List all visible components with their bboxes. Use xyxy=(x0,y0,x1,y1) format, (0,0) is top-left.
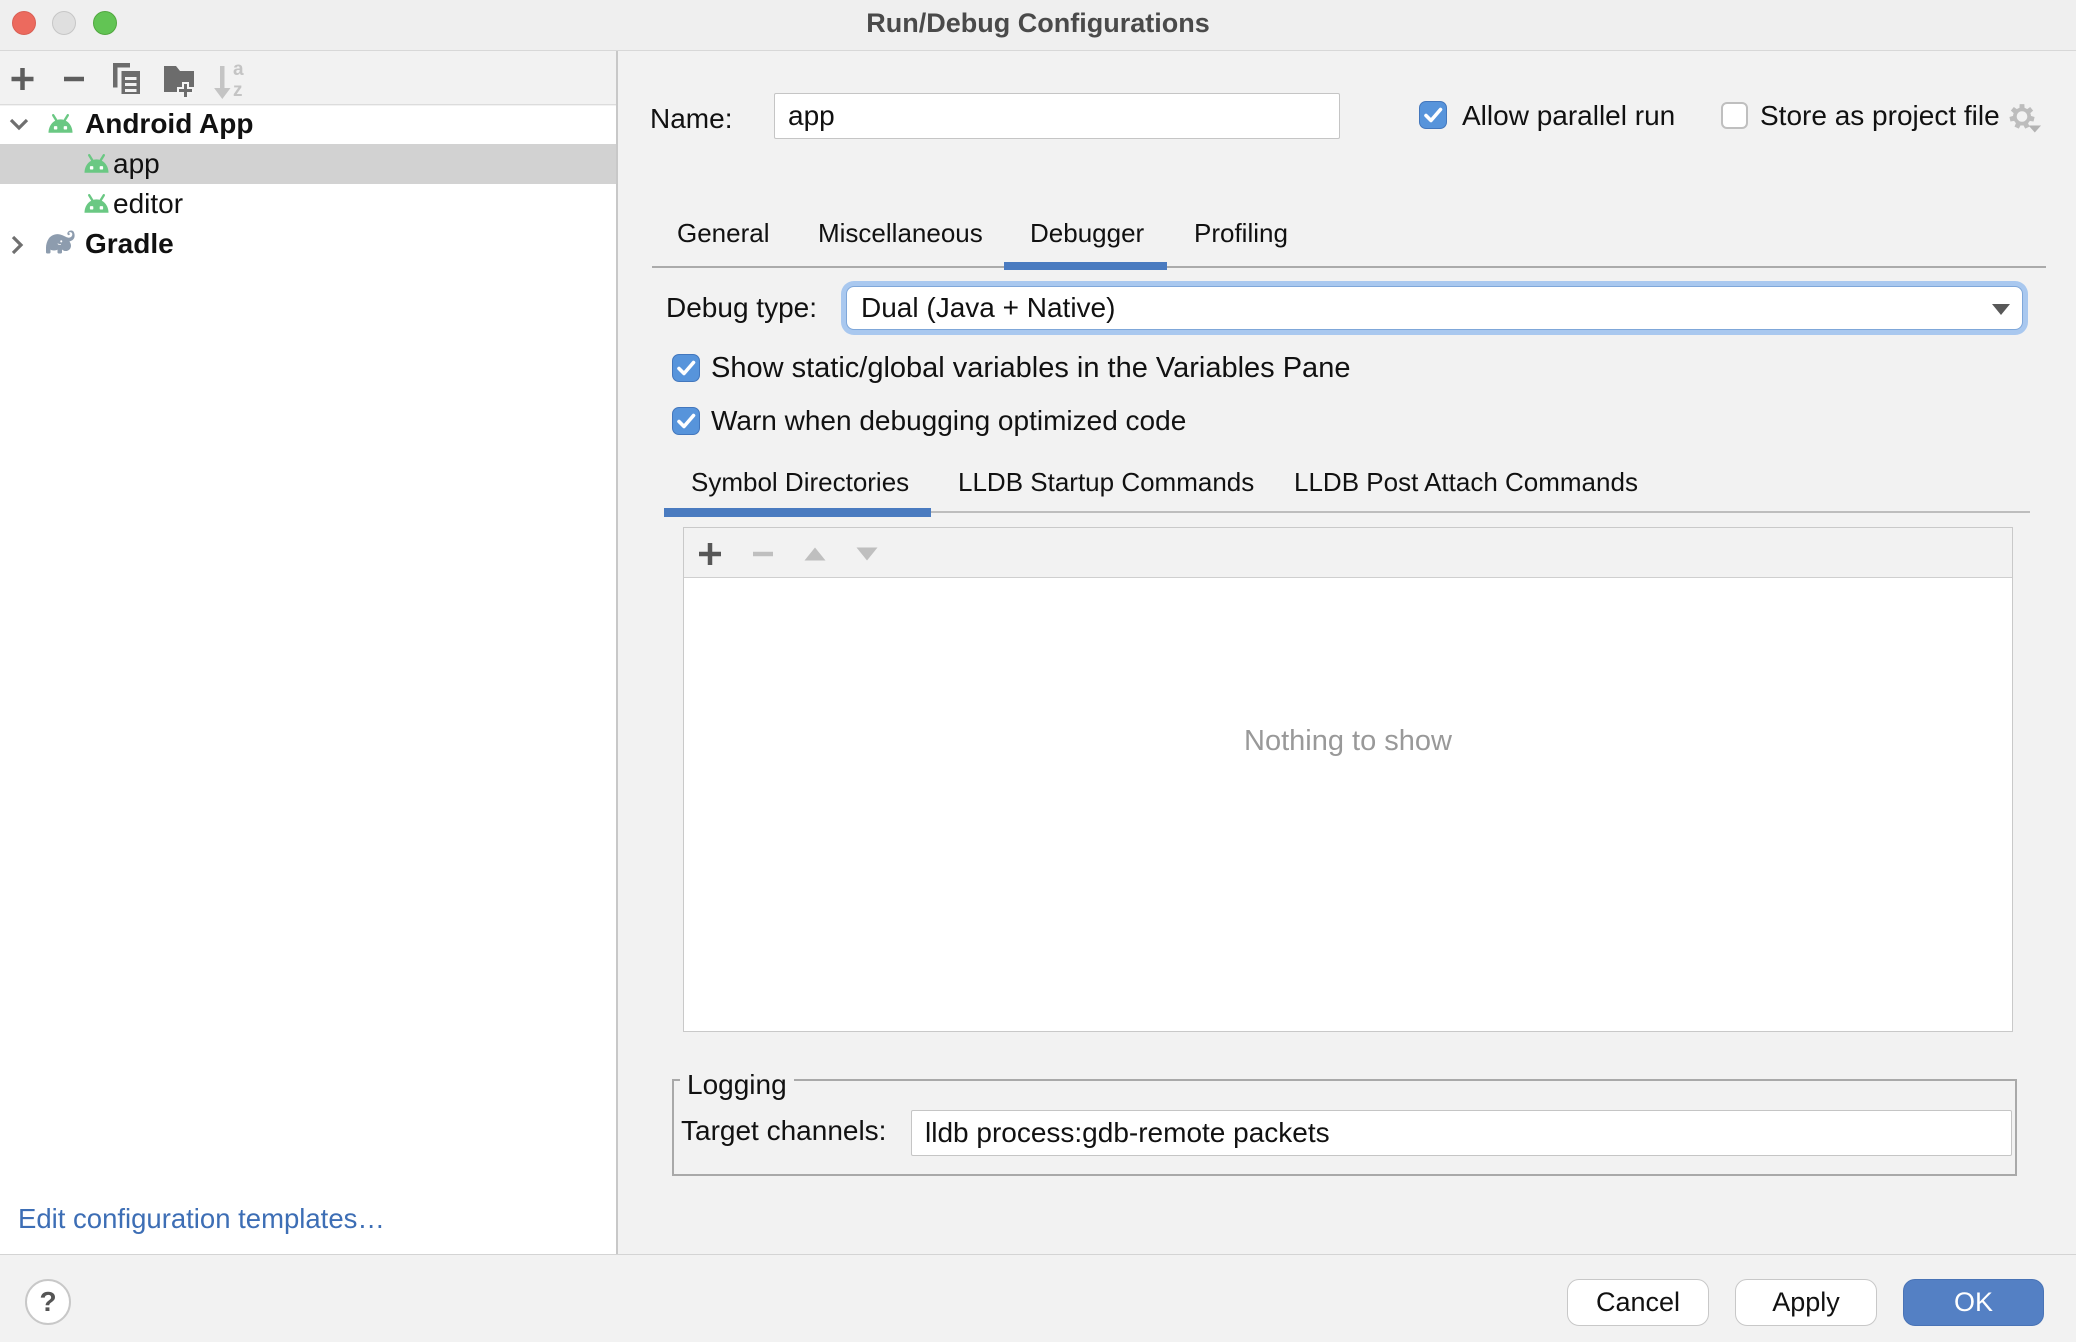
svg-text:a: a xyxy=(233,59,244,80)
svg-text:z: z xyxy=(233,80,243,101)
